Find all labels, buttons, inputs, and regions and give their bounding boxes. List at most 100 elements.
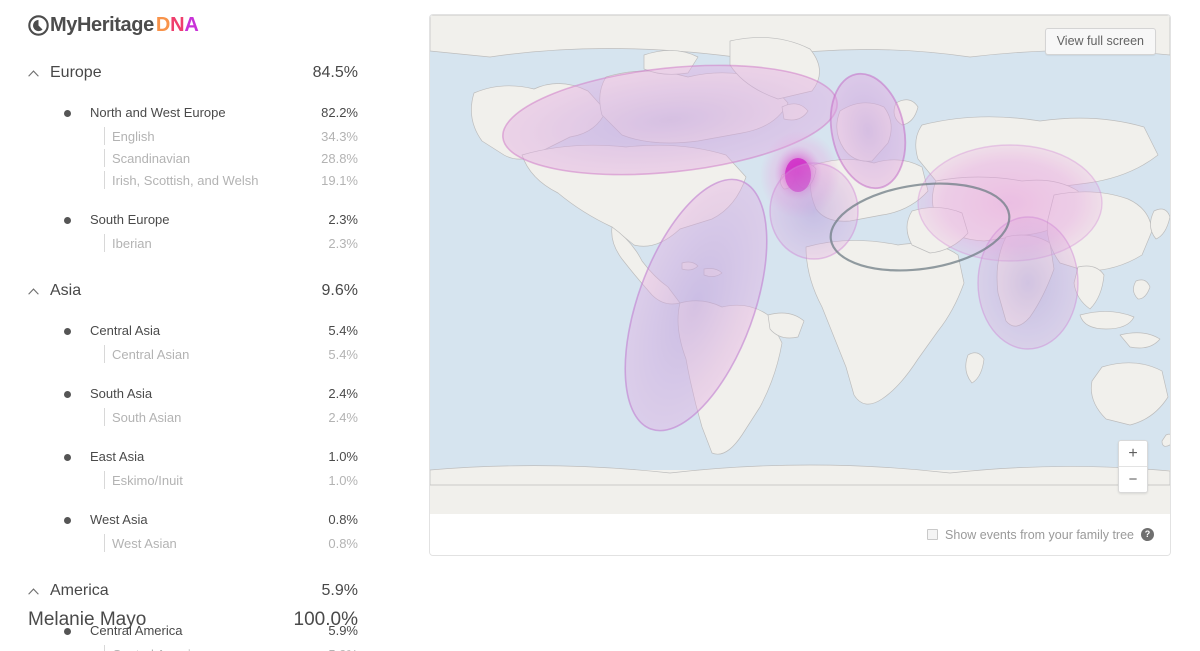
ethnicity-percent: 19.1% — [321, 172, 358, 188]
indent-guide — [104, 345, 105, 363]
total-row: Melanie Mayo 100.0% — [0, 606, 400, 634]
logo-dna-text: D N A — [155, 13, 199, 36]
indent-guide — [104, 534, 105, 552]
logo-wordmark: MyHeritage — [50, 13, 154, 36]
bullet-icon — [64, 216, 71, 224]
ethnicity-row[interactable]: Iberian 2.3% — [0, 232, 400, 254]
continent-row[interactable]: Europe 84.5% — [0, 58, 400, 88]
indent-guide — [104, 234, 105, 252]
ethnicity-name: Central Asian — [112, 346, 190, 362]
bullet-icon — [64, 453, 71, 461]
region-name: Central Asia — [90, 323, 161, 338]
zoom-in-button[interactable]: + — [1119, 441, 1147, 466]
region-row[interactable]: North and West Europe 82.2% — [0, 100, 400, 125]
myheritage-circle-icon — [28, 14, 49, 36]
continent-row[interactable]: Asia 9.6% — [0, 276, 400, 306]
region-row[interactable]: South Europe 2.3% — [0, 207, 400, 232]
ethnicity-row[interactable]: Eskimo/Inuit 1.0% — [0, 469, 400, 491]
myheritage-dna-logo[interactable]: MyHeritage D N A — [28, 12, 199, 38]
region-percent: 2.3% — [328, 212, 358, 227]
continent-percent: 9.6% — [321, 282, 358, 299]
continent-percent: 84.5% — [312, 64, 358, 81]
chevron-up-icon[interactable] — [28, 70, 39, 77]
indent-guide — [104, 171, 105, 189]
map-panel: View full screen + − Show events from yo… — [429, 14, 1171, 556]
region-name: West Asia — [90, 512, 148, 527]
region-percent: 5.4% — [328, 323, 358, 338]
ethnicity-row[interactable]: Scandinavian 28.8% — [0, 147, 400, 169]
ethnicity-row[interactable]: English 34.3% — [0, 125, 400, 147]
chevron-up-icon[interactable] — [28, 288, 39, 295]
ethnicity-percent: 5.9% — [328, 647, 358, 651]
bullet-icon — [64, 327, 71, 335]
ethnicity-percent: 0.8% — [328, 535, 358, 551]
region-name: North and West Europe — [90, 105, 226, 120]
logo-letter-a: A — [184, 13, 199, 36]
logo-letter-d: D — [155, 13, 171, 36]
ethnicity-name: Iberian — [112, 235, 152, 251]
region-percent: 1.0% — [328, 449, 358, 464]
total-percent: 100.0% — [293, 609, 358, 630]
continent-name: Asia — [50, 282, 82, 299]
ethnicity-percent: 28.8% — [321, 150, 358, 166]
bullet-icon — [64, 109, 71, 117]
ethnicity-name: Eskimo/Inuit — [112, 472, 183, 488]
bullet-icon — [64, 390, 71, 398]
ethnicity-percent: 34.3% — [321, 128, 358, 144]
world-map[interactable] — [430, 15, 1170, 514]
ethnicity-percent: 2.3% — [328, 235, 358, 251]
ethnicity-percent: 5.4% — [328, 346, 358, 362]
map-zoom-controls: + − — [1118, 440, 1148, 493]
region-row[interactable]: South Asia 2.4% — [0, 381, 400, 406]
indent-guide — [104, 645, 105, 651]
ethnicity-list: Europe 84.5% North and West Europe 82.2% Eng… — [0, 58, 400, 651]
chevron-up-icon[interactable] — [28, 588, 39, 595]
region-percent: 2.4% — [328, 386, 358, 401]
map-footer: Show events from your family tree ? — [430, 514, 1170, 555]
indent-guide — [104, 471, 105, 489]
logo-letter-n: N — [170, 13, 185, 36]
ethnicity-percent: 1.0% — [328, 472, 358, 488]
show-family-events-label: Show events from your family tree — [945, 527, 1134, 542]
ethnicity-row[interactable]: Irish, Scottish, and Welsh 19.1% — [0, 169, 400, 191]
ethnicity-name: South Asian — [112, 409, 182, 425]
ethnicity-name: Irish, Scottish, and Welsh — [112, 172, 259, 188]
bullet-icon — [64, 516, 71, 524]
region-row[interactable]: Central Asia 5.4% — [0, 318, 400, 343]
ethnicity-row[interactable]: West Asian 0.8% — [0, 532, 400, 554]
region-row[interactable]: West Asia 0.8% — [0, 507, 400, 532]
region-percent: 0.8% — [328, 512, 358, 527]
region-row[interactable]: East Asia 1.0% — [0, 444, 400, 469]
help-icon[interactable]: ? — [1141, 528, 1154, 541]
view-full-screen-button[interactable]: View full screen — [1044, 28, 1156, 55]
indent-guide — [104, 408, 105, 426]
indent-guide — [104, 127, 105, 145]
person-name: Melanie Mayo — [28, 609, 147, 630]
continent-name: Europe — [50, 64, 102, 81]
ethnicity-breakdown-panel: MyHeritage D N A Europe 84.5% North and We… — [0, 0, 400, 651]
ethnicity-estimate-page: MyHeritage D N A Europe 84.5% North and We… — [0, 0, 1200, 651]
indent-guide — [104, 149, 105, 167]
ethnicity-row[interactable]: Central Asian 5.4% — [0, 343, 400, 365]
continent-row[interactable]: America 5.9% — [0, 576, 400, 606]
ethnicity-row[interactable]: Central American5.9% — [0, 643, 400, 651]
ethnicity-name: Central American — [28, 647, 328, 651]
show-family-events-checkbox[interactable] — [927, 529, 939, 540]
overlay-south-asian — [977, 216, 1079, 350]
ethnicity-name: English — [112, 128, 155, 144]
zoom-out-button[interactable]: − — [1119, 466, 1147, 492]
ethnicity-row[interactable]: South Asian 2.4% — [0, 406, 400, 428]
region-name: South Europe — [90, 212, 170, 227]
ethnicity-name: West Asian — [112, 535, 177, 551]
ethnicity-percent: 2.4% — [328, 409, 358, 425]
region-percent: 82.2% — [321, 105, 358, 120]
ethnicity-name: Scandinavian — [112, 150, 191, 166]
